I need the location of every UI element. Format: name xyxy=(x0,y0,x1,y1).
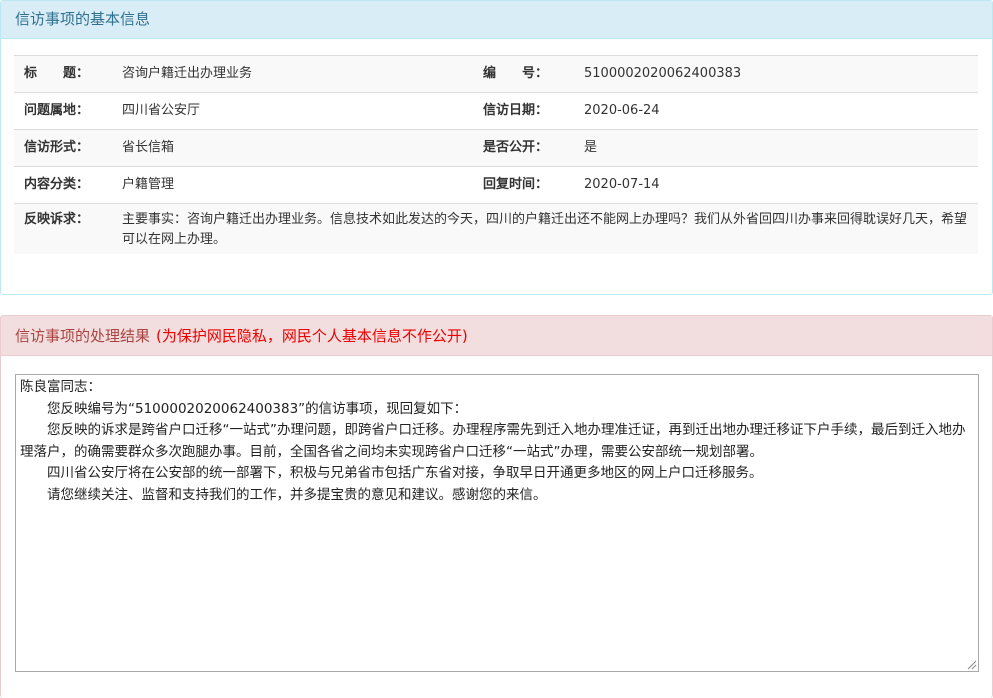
privacy-note: (为保护网民隐私，网民个人基本信息不作公开) xyxy=(156,327,468,345)
location-value: 四川省公安厅 xyxy=(122,103,201,118)
reply-time-value: 2020-07-14 xyxy=(584,177,660,192)
reply-greeting: 陈良富同志： xyxy=(20,379,101,395)
reply-textarea[interactable]: 陈良富同志： 您反映编号为“5100002020062400383”的信访事项，… xyxy=(15,374,979,672)
title-value: 咨询户籍迁出办理业务 xyxy=(122,66,253,81)
public-label: 是否公开： xyxy=(483,140,549,155)
table-row: 问题属地： 四川省公安厅 信访日期： 2020-06-24 xyxy=(14,93,978,130)
title-label: 标 题： xyxy=(24,66,90,81)
basic-info-table: 标 题： 咨询户籍迁出办理业务 编 号： 5100002020062400383… xyxy=(14,55,978,254)
reply-paragraph: 您反映编号为“5100002020062400383”的信访事项，现回复如下： xyxy=(47,400,468,417)
form-label: 信访形式： xyxy=(24,140,90,155)
public-value: 是 xyxy=(584,140,598,155)
result-header-title: 信访事项的处理结果 xyxy=(15,327,151,345)
location-label: 问题属地： xyxy=(24,103,90,118)
reply-paragraph: 四川省公安厅将在公安部的统一部署下，积极与兄弟省市包括广东省对接，争取早日开通更… xyxy=(47,465,763,481)
table-row: 内容分类： 户籍管理 回复时间： 2020-07-14 xyxy=(14,167,978,204)
table-row: 信访形式： 省长信箱 是否公开： 是 xyxy=(14,130,978,167)
number-value: 5100002020062400383 xyxy=(584,66,742,81)
basic-info-panel: 信访事项的基本信息 标 题： 咨询户籍迁出办理业务 编 号： 510000202… xyxy=(0,0,993,295)
reply-paragraph: 您反映的诉求是跨省户口迁移“一站式”办理问题，即跨省户口迁移。办理程序需先到迁入… xyxy=(20,422,966,460)
reply-time-label: 回复时间： xyxy=(483,177,549,192)
basic-info-header: 信访事项的基本信息 xyxy=(1,1,992,39)
reply-paragraph: 请您继续关注、监督和支持我们的工作，并多提宝贵的意见和建议。感谢您的来信。 xyxy=(47,486,547,503)
petition-date-label: 信访日期： xyxy=(483,103,549,118)
number-label: 编 号： xyxy=(483,66,549,81)
petition-date-value: 2020-06-24 xyxy=(584,103,660,118)
category-label: 内容分类： xyxy=(24,177,90,192)
form-value: 省长信箱 xyxy=(122,140,175,155)
complaint-label: 反映诉求： xyxy=(24,212,90,227)
table-row: 反映诉求： 主要事实：咨询户籍迁出办理业务。信息技术如此发达的今天，四川的户籍迁… xyxy=(14,204,978,254)
result-header: 信访事项的处理结果 (为保护网民隐私，网民个人基本信息不作公开) xyxy=(1,316,992,356)
complaint-text: 主要事实：咨询户籍迁出办理业务。信息技术如此发达的今天，四川的户籍迁出还不能网上… xyxy=(122,212,968,247)
result-panel: 信访事项的处理结果 (为保护网民隐私，网民个人基本信息不作公开) 陈良富同志： 您… xyxy=(0,315,993,698)
table-row: 标 题： 咨询户籍迁出办理业务 编 号： 5100002020062400383 xyxy=(14,56,978,93)
resize-grip-icon[interactable] xyxy=(967,660,977,670)
category-value: 户籍管理 xyxy=(122,177,175,192)
